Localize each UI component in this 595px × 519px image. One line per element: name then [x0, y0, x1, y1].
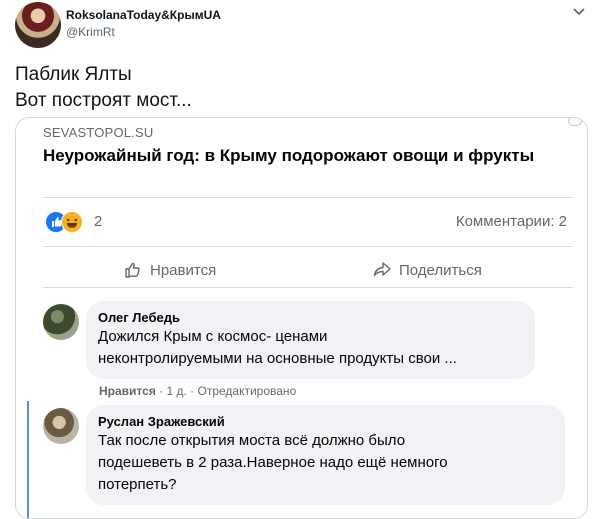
commenter-avatar[interactable]	[43, 304, 79, 340]
comment-text-line: Дожился Крым с космос- ценами	[98, 328, 328, 345]
tweet-text-line: Вот построят мост...	[15, 90, 192, 111]
link-domain[interactable]: SEVASTOPOL.SU	[43, 125, 154, 140]
thread-line	[27, 401, 29, 518]
comment-meta: Нравится · 1 д. · Отредактировано	[99, 384, 296, 398]
share-button[interactable]: Поделиться	[372, 259, 482, 281]
comment-text-line: неконтролируемыми на основные продукты с…	[98, 350, 457, 367]
chevron-down-icon[interactable]	[571, 4, 587, 20]
user-handle[interactable]: @KrimRt	[66, 25, 115, 39]
comment-text-line: Так после открытия моста всё должно было	[98, 432, 406, 449]
comment-bubble[interactable]: Руслан Зражевский Так после открытия мос…	[86, 405, 565, 505]
comment-text-line: подешеветь в 2 раза.Наверное надо ещё не…	[98, 454, 448, 471]
reaction-count[interactable]: 2	[94, 213, 102, 230]
thumbs-up-icon	[125, 262, 140, 278]
scrollbar[interactable]	[568, 118, 582, 126]
comment-text: Так после открытия моста всё должно было…	[98, 430, 553, 496]
comments-count[interactable]: Комментарии: 2	[456, 213, 567, 230]
like-button[interactable]: Нравится	[123, 259, 216, 281]
comment-author[interactable]: Олег Лебедь	[98, 309, 523, 326]
comment-text-line: потерпеть?	[98, 476, 177, 493]
display-name[interactable]: RoksolanaToday&КрымUA	[66, 8, 221, 22]
like-button-label: Нравится	[150, 261, 217, 279]
comment-text: Дожился Крым с космос- ценами неконтроли…	[98, 326, 523, 370]
divider	[43, 197, 573, 198]
divider	[43, 246, 573, 247]
comment-time: · 1 д. · Отредактировано	[155, 384, 297, 398]
haha-icon	[61, 211, 83, 233]
commenter-avatar[interactable]	[43, 408, 79, 444]
comment-author[interactable]: Руслан Зражевский	[98, 413, 553, 430]
tweet-text: Паблик Ялты Вот построят мост...	[15, 62, 192, 114]
share-icon	[373, 262, 391, 277]
share-button-label: Поделиться	[399, 261, 482, 279]
embedded-post-card[interactable]: SEVASTOPOL.SU Неурожайный год: в Крыму п…	[15, 117, 588, 519]
comment-bubble[interactable]: Олег Лебедь Дожился Крым с космос- ценам…	[86, 301, 535, 379]
user-avatar[interactable]	[15, 2, 61, 48]
divider	[43, 287, 573, 288]
comment-like-link[interactable]: Нравится	[99, 384, 156, 398]
link-title[interactable]: Неурожайный год: в Крыму подорожают овощ…	[43, 144, 543, 167]
tweet-text-line: Паблик Ялты	[15, 64, 132, 85]
